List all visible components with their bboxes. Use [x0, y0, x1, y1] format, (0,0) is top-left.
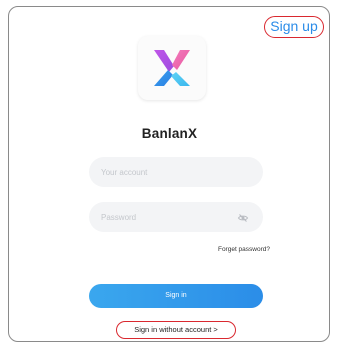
signup-link[interactable]: Sign up	[264, 16, 324, 38]
account-input[interactable]	[101, 157, 231, 187]
signin-without-account-link[interactable]: Sign in without account >	[116, 321, 236, 339]
signin-button[interactable]: Sign in	[89, 284, 263, 308]
password-input[interactable]	[101, 202, 231, 232]
banlanx-x-logo-icon	[154, 50, 190, 86]
eye-off-icon[interactable]	[237, 211, 249, 223]
app-name: BanlanX	[141, 126, 198, 141]
app-logo	[138, 36, 206, 100]
forgot-password-link[interactable]: Forget password?	[190, 246, 270, 253]
account-field[interactable]	[89, 157, 263, 187]
password-field[interactable]	[89, 202, 263, 232]
